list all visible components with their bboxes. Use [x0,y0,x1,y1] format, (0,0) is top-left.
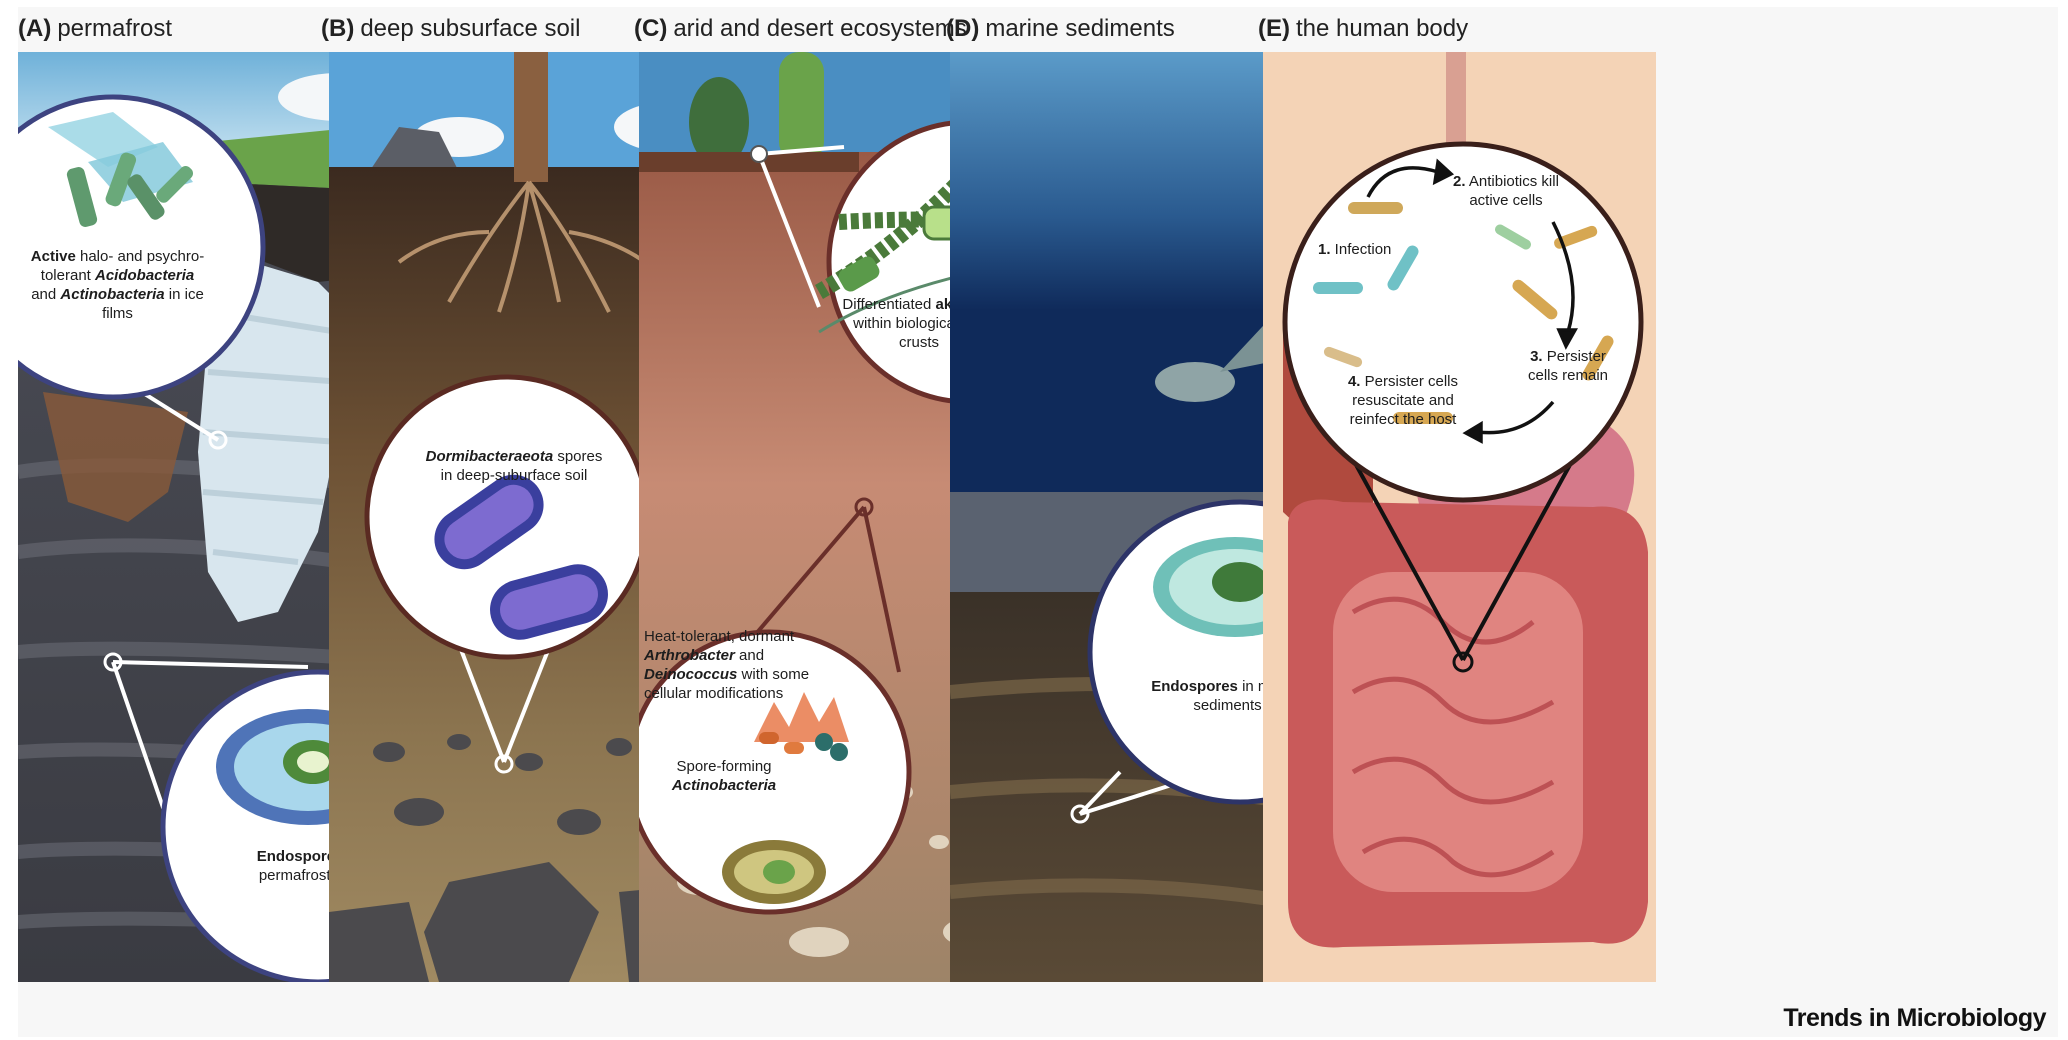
step-1-infection: 1. Infection [1318,241,1392,258]
cactus-icon [779,52,824,162]
actinobacteria-label: Spore-forming Actinobacteria [671,758,777,794]
panel-c-title: (C) arid and desert ecosystems [634,15,967,42]
permafrost-ice-callout-label: Active halo- and psychro-tolerant Acidob… [30,248,205,322]
step-2-antibiotics: 2. Antibiotics kill active cells [1453,173,1559,209]
panel-e-title: (E) the human body [1258,15,1469,42]
figure-frame: (A) permafrost Active halo- and psychro-… [18,7,2058,1037]
dormibacteraeota-label: Dormibacteraeota spores in deep-suburfac… [425,448,603,484]
panel-d-title: (D) marine sediments [946,15,1175,42]
arthrobacter-label: Heat-tolerant, dormant Arthrobacter and … [644,628,810,702]
journal-wordmark: Trends in Microbiology [1783,1004,2046,1032]
intestines-icon [1288,499,1648,948]
panel-a-title: (A) permafrost [18,15,173,42]
actinobacteria-spore-icon [722,840,826,904]
panel-b-title: (B) deep subsurface soil [321,15,581,42]
panel-e-human-body: 2. Antibiotics kill active cells 1. Infe… [1263,52,1656,982]
step-3-persister: 3. Persister cells remain [1527,348,1609,384]
step-4-resuscitate: 4. Persister cells resuscitate and reinf… [1347,373,1459,428]
